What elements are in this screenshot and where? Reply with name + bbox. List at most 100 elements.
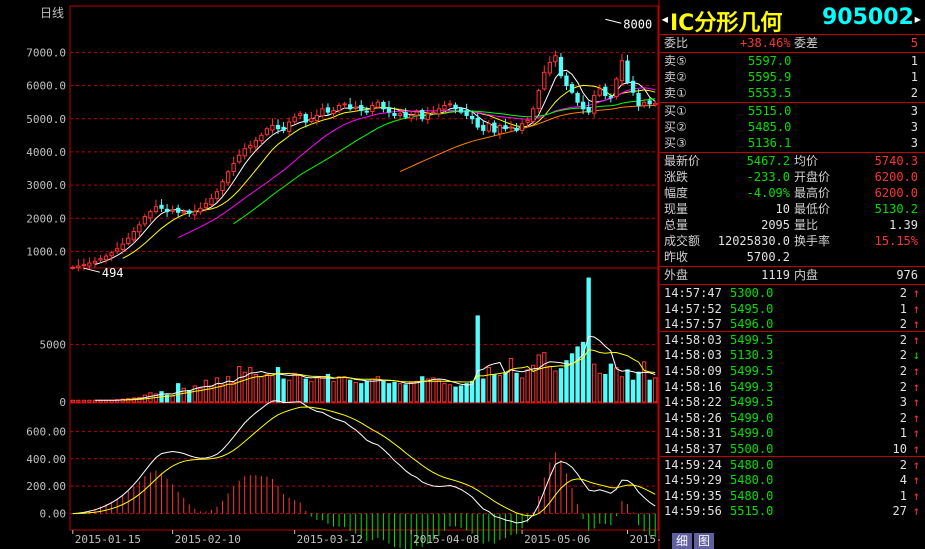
candle-body bbox=[114, 248, 120, 252]
volume-bar bbox=[353, 381, 358, 403]
order-level: 卖② bbox=[664, 70, 687, 84]
ma-line bbox=[399, 105, 656, 173]
candle-body bbox=[558, 56, 564, 77]
volume-bar bbox=[381, 380, 386, 403]
candle-body bbox=[542, 71, 547, 90]
candle-body bbox=[214, 191, 220, 199]
candle-body bbox=[364, 110, 369, 113]
volume-bar bbox=[275, 367, 281, 403]
kline-chart-area[interactable]: 7000.0 6000.0 5000.0 4000.0 3000.0 2000.0 1000… bbox=[0, 0, 660, 549]
candle-body bbox=[353, 106, 358, 109]
volume-bar bbox=[425, 378, 430, 403]
ma-line bbox=[233, 98, 656, 225]
volume-bar bbox=[181, 387, 186, 403]
stat-value: 15.15% bbox=[874, 234, 918, 248]
tick-time: 14:58:09 bbox=[664, 364, 722, 378]
tab-chart[interactable]: 图 bbox=[694, 533, 715, 549]
order-volume: 1 bbox=[910, 54, 918, 68]
tick-time: 14:57:47 bbox=[664, 286, 722, 300]
tick-direction-icon: ↑ bbox=[912, 332, 920, 347]
order-price: 5595.9 bbox=[748, 70, 792, 84]
volume-bars bbox=[70, 277, 658, 403]
candle-body bbox=[309, 118, 314, 122]
macd-tick-label: 0.00 bbox=[40, 508, 67, 521]
macd-tick-label: 200.00 bbox=[26, 480, 66, 493]
volume-bar bbox=[597, 372, 602, 403]
candle-body bbox=[531, 108, 536, 122]
tick-price: 5480.0 bbox=[730, 473, 774, 488]
macd-tick-label: 400.00 bbox=[26, 453, 66, 466]
date-tick-label: 2015-03-12 bbox=[297, 533, 363, 546]
volume-bar bbox=[547, 365, 552, 403]
candle-body bbox=[447, 103, 453, 106]
stat-label: 均价 bbox=[794, 154, 819, 168]
candle-body bbox=[508, 126, 514, 129]
candle-body bbox=[397, 113, 403, 116]
date-tick-label: 2015-05-06 bbox=[524, 533, 590, 546]
tick-row: 14:57:47 5300.0 2 ↑ bbox=[660, 285, 925, 301]
price-tick-label: 4000.0 bbox=[26, 146, 66, 159]
candle-body bbox=[653, 102, 658, 106]
tick-volume: 10 bbox=[892, 442, 907, 456]
tick-time: 14:58:37 bbox=[664, 442, 722, 456]
volume-bar bbox=[270, 375, 275, 403]
instrument-header: ◂ IC分形几何 905002 ▸ bbox=[660, 0, 925, 36]
stat-row: 成交额 12025830.0 换手率 15.15% bbox=[660, 233, 925, 249]
tick-price: 5499.0 bbox=[730, 426, 774, 441]
volume-bar bbox=[386, 383, 392, 403]
tick-row: 14:58:22 5499.5 3 ↑ bbox=[660, 394, 925, 410]
tick-row: 14:58:03 5499.5 2 ↑ bbox=[660, 332, 925, 348]
candle-body bbox=[481, 124, 486, 131]
prev-instrument-icon[interactable]: ◂ bbox=[660, 9, 670, 28]
macd-line bbox=[72, 400, 656, 524]
next-instrument-icon[interactable]: ▸ bbox=[913, 9, 923, 28]
tick-time: 14:57:52 bbox=[664, 301, 722, 316]
candle-body bbox=[314, 114, 320, 121]
tick-direction-icon: ↑ bbox=[912, 410, 920, 425]
tick-volume: 1 bbox=[899, 426, 907, 441]
stat-value: 5700.2 bbox=[746, 250, 790, 264]
stat-label: 成交额 bbox=[664, 234, 701, 248]
candle-body bbox=[497, 124, 503, 135]
tick-row: 14:58:37 5500.0 10 ↑ bbox=[660, 441, 925, 457]
volume-bar bbox=[625, 369, 630, 403]
tick-volume: 27 bbox=[892, 504, 907, 519]
stat-value: -4.09% bbox=[746, 186, 790, 200]
volume-bar bbox=[481, 378, 486, 403]
panel-tabs: 细图 bbox=[672, 533, 716, 549]
tick-time: 14:58:03 bbox=[664, 348, 722, 363]
stat-row: 现量 10 最低价 5130.2 bbox=[660, 201, 925, 217]
volume-bar bbox=[148, 392, 153, 403]
volume-bar bbox=[414, 380, 419, 403]
stat-value: 12025830.0 bbox=[717, 234, 790, 248]
volume-bar bbox=[314, 377, 320, 403]
tick-time: 14:57:57 bbox=[664, 317, 722, 332]
annotation-label: 8000 bbox=[623, 17, 652, 31]
candle-body bbox=[464, 110, 469, 116]
tick-row: 14:59:29 5480.0 4 ↑ bbox=[660, 472, 925, 488]
volume-bar bbox=[342, 376, 347, 403]
price-tick-label: 1000.0 bbox=[26, 245, 66, 258]
candle-body bbox=[392, 112, 397, 116]
order-row: 买② 5485.0 3 bbox=[660, 119, 925, 135]
volume-bar bbox=[87, 399, 92, 403]
tick-volume: 1 bbox=[899, 301, 907, 316]
candle-body bbox=[303, 113, 308, 123]
candle-body bbox=[331, 109, 336, 114]
candle-body bbox=[286, 121, 292, 132]
tick-row: 14:58:31 5499.0 1 ↑ bbox=[660, 425, 925, 441]
stat-value: 6200.0 bbox=[874, 170, 918, 184]
tab-detail[interactable]: 细 bbox=[672, 533, 693, 549]
tick-direction-icon: ↑ bbox=[912, 395, 920, 410]
instrument-code: 905002 bbox=[822, 5, 914, 30]
stat-row: 最新价 5467.2 均价 5740.3 bbox=[660, 153, 925, 169]
date-tick-label: 2015-06-03 bbox=[629, 533, 660, 546]
candle-body bbox=[641, 101, 647, 106]
volume-bar bbox=[231, 381, 236, 403]
tick-price: 5495.0 bbox=[730, 301, 774, 316]
candle-body bbox=[564, 75, 569, 87]
tick-price: 5515.0 bbox=[730, 504, 774, 519]
volume-bar bbox=[214, 377, 220, 403]
stat-label: 幅度 bbox=[664, 186, 689, 200]
candle-body bbox=[608, 95, 614, 98]
